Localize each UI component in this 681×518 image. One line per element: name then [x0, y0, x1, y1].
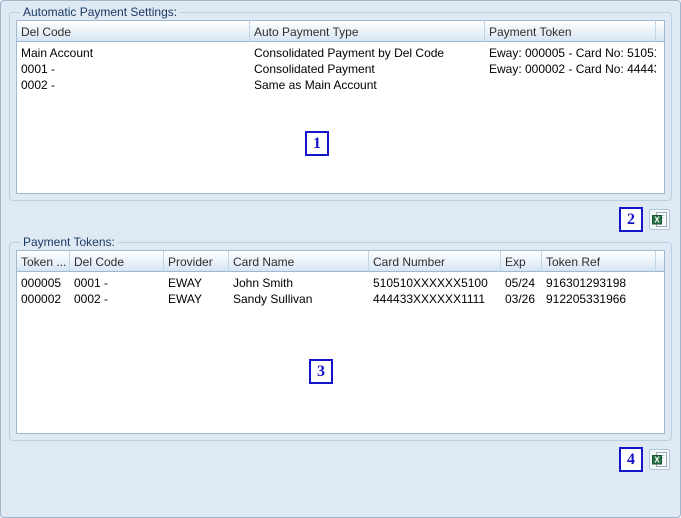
excel-export-icon: X: [652, 451, 667, 467]
annotation-marker-4: 4: [619, 446, 643, 472]
cell-auto-payment-type: Same as Main Account: [254, 78, 377, 92]
cell-card-number: 444433XXXXXX1111: [373, 292, 486, 306]
column-header-card-name[interactable]: Card Name: [229, 251, 369, 272]
table-row[interactable]: Main Account Consolidated Payment by Del…: [17, 42, 664, 61]
export-to-excel-button[interactable]: X: [649, 208, 670, 230]
svg-text:X: X: [654, 455, 660, 464]
cell-exp: 05/24: [505, 276, 536, 290]
annotation-marker-2: 2: [619, 206, 643, 232]
table-header-row: Del Code Auto Payment Type Payment Token: [17, 21, 664, 42]
table-row[interactable]: 0002 - Same as Main Account: [17, 77, 664, 93]
auto-payment-export-row: 2 X: [9, 203, 672, 235]
cell-token-ref: 916301293198: [546, 276, 627, 290]
cell-token-no: 000005: [21, 276, 62, 290]
cell-del-code: 0001 -: [74, 276, 109, 290]
payment-settings-panel: Automatic Payment Settings: Del Code Aut…: [0, 0, 681, 518]
annotation-marker-1: 1: [305, 131, 329, 156]
auto-payment-settings-table: Del Code Auto Payment Type Payment Token…: [16, 20, 665, 194]
cell-token-ref: 912205331966: [546, 292, 627, 306]
cell-exp: 03/26: [505, 292, 536, 306]
payment-tokens-table: Token ... Del Code Provider Card Name Ca…: [16, 250, 665, 434]
payment-tokens-title: Payment Tokens:: [23, 235, 115, 249]
cell-auto-payment-type: Consolidated Payment by Del Code: [254, 46, 445, 60]
column-header-del-code[interactable]: Del Code: [17, 21, 250, 42]
svg-text:X: X: [654, 215, 660, 224]
cell-del-code: 0001 -: [21, 62, 56, 76]
cell-payment-token: Eway: 000005 - Card No: 51051...: [489, 46, 656, 60]
export-to-excel-button[interactable]: X: [649, 448, 670, 470]
column-header-del-code[interactable]: Del Code: [70, 251, 164, 272]
cell-card-name: John Smith: [233, 276, 294, 290]
column-header-stub: [656, 251, 664, 272]
cell-payment-token: Eway: 000002 - Card No: 44443...: [489, 62, 656, 76]
payment-tokens-export-row: 4 X: [9, 443, 672, 475]
cell-del-code: Main Account: [21, 46, 94, 60]
annotation-marker-3: 3: [309, 359, 333, 384]
cell-provider: EWAY: [168, 276, 203, 290]
payment-tokens-group: Payment Tokens: Token ... Del Code Provi…: [9, 235, 672, 441]
column-header-stub: [656, 21, 664, 42]
table-row[interactable]: 000005 0001 - EWAY John Smith 510510XXXX…: [17, 272, 664, 291]
column-header-token-no[interactable]: Token ...: [17, 251, 70, 272]
cell-card-name: Sandy Sullivan: [233, 292, 313, 306]
column-header-card-number[interactable]: Card Number: [369, 251, 501, 272]
cell-payment-token: [485, 77, 656, 93]
table-header-row: Token ... Del Code Provider Card Name Ca…: [17, 251, 664, 272]
table-row[interactable]: 000002 0002 - EWAY Sandy Sullivan 444433…: [17, 291, 664, 307]
excel-export-icon: X: [652, 211, 667, 227]
auto-payment-settings-title: Automatic Payment Settings:: [23, 5, 178, 19]
column-header-payment-token[interactable]: Payment Token: [485, 21, 656, 42]
column-header-provider[interactable]: Provider: [164, 251, 229, 272]
auto-payment-settings-group: Automatic Payment Settings: Del Code Aut…: [9, 5, 672, 201]
cell-provider: EWAY: [168, 292, 203, 306]
cell-token-no: 000002: [21, 292, 62, 306]
column-header-auto-payment-type[interactable]: Auto Payment Type: [250, 21, 485, 42]
cell-del-code: 0002 -: [74, 292, 109, 306]
cell-auto-payment-type: Consolidated Payment: [254, 62, 375, 76]
cell-del-code: 0002 -: [21, 78, 56, 92]
column-header-token-ref[interactable]: Token Ref: [542, 251, 656, 272]
table-row[interactable]: 0001 - Consolidated Payment Eway: 000002…: [17, 61, 664, 77]
column-header-exp[interactable]: Exp: [501, 251, 542, 272]
cell-card-number: 510510XXXXXX5100: [373, 276, 488, 290]
